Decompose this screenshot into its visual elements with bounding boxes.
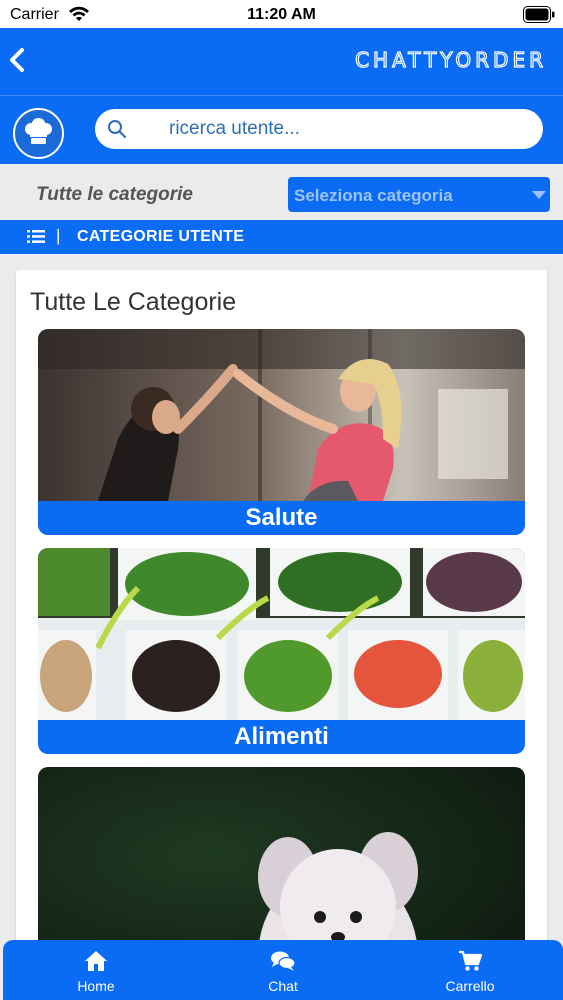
category-tile-pets[interactable] bbox=[38, 767, 525, 950]
status-bar: Carrier 11:20 AM bbox=[0, 0, 563, 28]
tab-chat[interactable]: Chat bbox=[190, 940, 376, 1000]
category-select[interactable]: Seleziona categoria bbox=[288, 177, 550, 212]
dropdown-caret-icon bbox=[532, 191, 546, 199]
bottom-tab-bar: Home Chat Carrello bbox=[3, 940, 563, 1000]
app-header: CHATTYORDER bbox=[0, 28, 563, 96]
clock: 11:20 AM bbox=[247, 6, 316, 23]
category-tile-salute[interactable]: Salute bbox=[38, 329, 525, 535]
category-tile-alimenti[interactable]: Alimenti bbox=[38, 548, 525, 754]
tab-label: Home bbox=[77, 978, 115, 994]
tab-carrello[interactable]: Carrello bbox=[377, 940, 563, 1000]
list-icon bbox=[27, 230, 45, 243]
chat-icon bbox=[271, 951, 295, 971]
fitness-photo bbox=[38, 329, 525, 501]
dog-photo bbox=[38, 767, 525, 950]
categories-card: Tutte Le Categorie Salute Alimenti bbox=[16, 270, 547, 950]
tab-label: Carrello bbox=[445, 978, 495, 994]
category-label: Alimenti bbox=[38, 720, 525, 754]
filter-label: Tutte le categorie bbox=[36, 184, 193, 205]
battery-icon bbox=[523, 6, 555, 23]
chef-avatar[interactable] bbox=[13, 108, 64, 159]
cart-icon bbox=[459, 950, 482, 971]
search-input[interactable] bbox=[169, 117, 529, 141]
category-select-value: Seleziona categoria bbox=[294, 186, 453, 205]
section-bar: | CATEGORIE UTENTE bbox=[0, 220, 563, 254]
chef-hat-icon bbox=[25, 118, 52, 144]
brand-logo: CHATTYORDER bbox=[354, 47, 547, 72]
category-label: Salute bbox=[38, 501, 525, 535]
tab-label: Chat bbox=[268, 978, 298, 994]
home-icon bbox=[85, 951, 107, 971]
search-icon bbox=[108, 120, 127, 139]
card-title: Tutte Le Categorie bbox=[30, 288, 237, 316]
search-field[interactable] bbox=[95, 109, 543, 149]
back-icon[interactable] bbox=[4, 42, 34, 78]
tab-home[interactable]: Home bbox=[3, 940, 189, 1000]
section-separator: | bbox=[56, 226, 61, 245]
section-title: CATEGORIE UTENTE bbox=[77, 228, 245, 245]
vegetables-photo bbox=[38, 548, 525, 720]
